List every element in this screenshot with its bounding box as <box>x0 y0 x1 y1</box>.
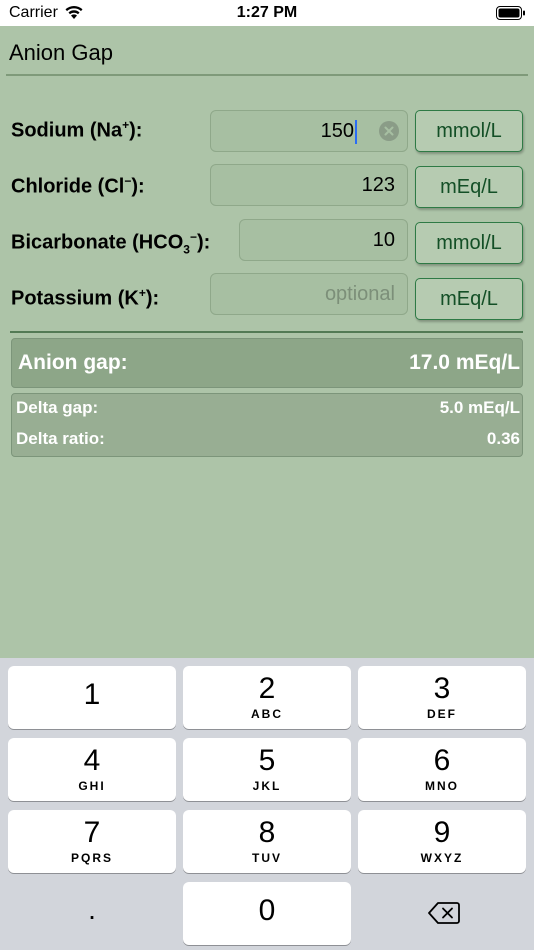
text-cursor <box>355 119 357 144</box>
key-6[interactable]: 6 MNO <box>358 738 526 801</box>
potassium-input[interactable]: optional <box>210 273 408 315</box>
delta-ratio-value: 0.36 <box>486 429 520 448</box>
potassium-label: Potassium (K+): <box>11 286 160 310</box>
key-2[interactable]: 2 ABC <box>183 666 351 729</box>
status-bar: Carrier 1:27 PM <box>0 0 534 26</box>
status-time: 1:27 PM <box>236 4 298 21</box>
sodium-unit-button[interactable]: mmol/L <box>415 110 523 152</box>
numeric-keypad: 1 2 ABC 3 DEF 4 GHI 5 JKL 6 MNO 7 PQRS 8 TUV 9W… <box>0 658 534 950</box>
delta-results: Delta gap: 5.0 mEq/L Delta ratio: 0.36 <box>11 393 523 457</box>
bicarbonate-unit-button[interactable]: mmol/L <box>415 222 523 264</box>
key-8[interactable]: 8 TUV <box>183 810 351 873</box>
delta-ratio-label: Delta ratio: <box>16 429 105 448</box>
key-decimal[interactable]: . <box>8 882 176 945</box>
navbar-divider <box>6 74 528 76</box>
potassium-unit-button[interactable]: mEq/L <box>415 278 523 320</box>
chloride-unit-button[interactable]: mEq/L <box>415 166 523 208</box>
bicarbonate-input[interactable]: 10 <box>239 219 408 261</box>
key-0[interactable]: 0 <box>183 882 351 945</box>
key-5[interactable]: 5 JKL <box>183 738 351 801</box>
anion-gap-value: 17.0 mEq/L <box>409 351 520 374</box>
delta-gap-label: Delta gap: <box>16 398 99 417</box>
delete-key[interactable] <box>358 882 526 945</box>
potassium-placeholder: optional <box>324 283 395 305</box>
anion-gap-result: Anion gap: 17.0 mEq/L <box>11 338 523 388</box>
key-4[interactable]: 4 GHI <box>8 738 176 801</box>
battery-icon <box>496 6 526 25</box>
bicarbonate-label: Bicarbonate (HCO3−): <box>11 230 211 257</box>
page-title: Anion Gap <box>9 40 113 65</box>
chloride-label: Chloride (Cl−): <box>11 174 145 198</box>
anion-gap-label: Anion gap: <box>18 351 128 374</box>
section-divider <box>10 331 523 333</box>
key-7[interactable]: 7 PQRS <box>8 810 176 873</box>
key-3[interactable]: 3 DEF <box>358 666 526 729</box>
navigation-bar: Anion Gap <box>0 26 534 76</box>
clear-text-icon[interactable] <box>379 121 399 141</box>
key-1[interactable]: 1 <box>8 666 176 729</box>
chloride-input[interactable]: 123 <box>210 164 408 206</box>
sodium-input[interactable]: 150 <box>210 110 408 152</box>
key-9[interactable]: 9 WXYZ <box>358 810 526 873</box>
delta-gap-value: 5.0 mEq/L <box>439 398 520 417</box>
sodium-label: Sodium (Na+): <box>11 118 143 142</box>
